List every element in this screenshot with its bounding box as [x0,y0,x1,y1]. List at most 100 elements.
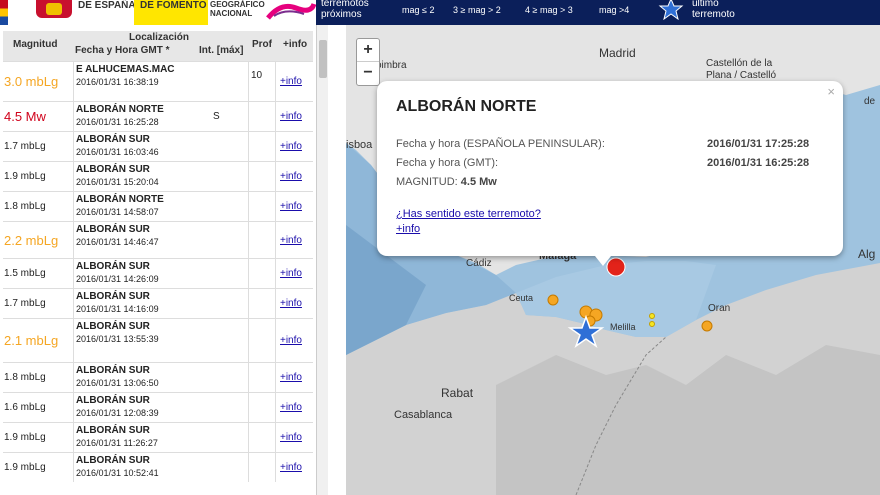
col-divider [73,423,74,452]
list-item[interactable]: 1.9 mbLg ALBORÁN SUR 2016/01/31 15:20:04 +i… [3,161,313,191]
label-oran: Oran [708,303,731,314]
col-depth[interactable]: Prof [252,39,272,50]
list-item[interactable]: 3.0 mbLg E ALHUCEMAS.MAC 2016/01/31 16:38:… [3,61,313,101]
row-datetime: 2016/01/31 16:38:19 [76,77,159,87]
row-info-link[interactable]: +info [280,76,302,87]
row-info-link[interactable]: +info [280,235,302,246]
col-divider [248,289,249,318]
row-magnitude: 2.1 mbLg [4,333,59,348]
list-item[interactable]: 1.7 mbLg ALBORÁN SUR 2016/01/31 14:16:09 +i… [3,288,313,318]
label-edge: de [864,96,876,107]
quake-marker[interactable] [547,294,559,306]
zoom-control: + − [356,38,380,86]
col-divider [275,62,276,101]
col-divider [248,453,249,482]
gmt-time-value: 2016/01/31 16:25:28 [707,157,810,169]
col-divider [275,162,276,191]
list-item[interactable]: 4.5 Mw ALBORÁN NORTE 2016/01/31 16:25:28 S +… [3,101,313,131]
row-intensity: S [213,111,220,122]
quake-marker[interactable] [649,321,655,327]
row-magnitude: 1.5 mbLg [4,268,46,279]
list-item[interactable]: 1.8 mbLg ALBORÁN NORTE 2016/01/31 14:58:07… [3,191,313,221]
row-info-link[interactable]: +info [280,372,302,383]
zoom-in-button[interactable]: + [357,39,379,62]
close-icon[interactable]: × [827,84,835,99]
list-item[interactable]: 1.8 mbLg ALBORÁN SUR 2016/01/31 13:06:50 +i… [3,362,313,392]
row-info-link[interactable]: +info [280,201,302,212]
list-item[interactable]: 2.2 mbLg ALBORÁN SUR 2016/01/31 14:46:47 +i… [3,221,313,258]
row-info-link[interactable]: +info [280,268,302,279]
row-magnitude: 1.9 mbLg [4,462,46,473]
local-time-value: 2016/01/31 17:25:28 [707,138,810,150]
col-divider [73,222,74,258]
filter-mag-3-4[interactable]: 4 ≥ mag > 3 [525,5,573,15]
row-magnitude: 1.9 mbLg [4,432,46,443]
row-location: ALBORÁN SUR [76,321,150,332]
label-coimbra: oimbra [376,60,407,71]
col-divider [248,222,249,258]
filter-mag-gt-4[interactable]: mag >4 [599,5,629,15]
row-datetime: 2016/01/31 16:25:28 [76,117,159,127]
col-divider [275,423,276,452]
row-info-link[interactable]: +info [280,171,302,182]
col-divider [248,162,249,191]
list-item[interactable]: 1.7 mbLg ALBORÁN SUR 2016/01/31 16:03:46 +i… [3,131,313,161]
zoom-out-button[interactable]: − [357,62,379,85]
scrollbar-thumb[interactable] [319,40,327,78]
col-divider [275,259,276,288]
list-item[interactable]: 2.1 mbLg ALBORÁN SUR 2016/01/31 13:55:39 +i… [3,318,313,362]
label-algiers: Alg [858,247,876,261]
col-magnitude[interactable]: Magnitud [13,39,57,50]
row-datetime: 2016/01/31 14:26:09 [76,274,159,284]
label-madrid: Madrid [599,46,636,60]
row-datetime: 2016/01/31 10:52:41 [76,468,159,478]
row-datetime: 2016/01/31 14:46:47 [76,237,159,247]
row-location: ALBORÁN SUR [76,164,150,175]
row-datetime: 2016/01/31 13:06:50 [76,378,159,388]
row-datetime: 2016/01/31 11:26:27 [76,438,158,448]
last-quake-link[interactable]: último terremoto [692,0,735,20]
col-intensity[interactable]: Int. [máx] [199,45,243,56]
col-divider [275,289,276,318]
list-item[interactable]: 1.9 mbLg ALBORÁN SUR 2016/01/31 11:26:27 +i… [3,422,313,452]
col-datetime[interactable]: Fecha y Hora GMT * [75,45,169,56]
row-depth: 10 [251,70,263,81]
list-item[interactable]: 1.5 mbLg ALBORÁN SUR 2016/01/31 14:26:09 +i… [3,258,313,288]
felt-report-link[interactable]: ¿Has sentido este terremoto? [396,208,541,220]
quake-marker[interactable] [649,313,655,319]
quake-marker[interactable] [701,320,713,332]
list-scrollbar[interactable] [316,25,328,495]
row-magnitude: 1.7 mbLg [4,298,46,309]
popup-title: ALBORÁN NORTE [396,98,537,115]
row-info-link[interactable]: +info [280,141,302,152]
popup-info-link[interactable]: +info [396,223,420,235]
star-icon [658,0,684,20]
row-info-link[interactable]: +info [280,462,302,473]
row-info-link[interactable]: +info [280,298,302,309]
col-divider [73,259,74,288]
row-info-link[interactable]: +info [280,432,302,443]
col-divider [248,423,249,452]
col-divider [73,162,74,191]
filter-mag-le-2[interactable]: mag ≤ 2 [402,5,434,15]
row-location: ALBORÁN SUR [76,224,150,235]
filter-mag-2-3[interactable]: 3 ≥ mag > 2 [453,5,501,15]
gobierno-label: DE ESPAÑA [78,0,136,11]
row-magnitude: 1.8 mbLg [4,372,46,383]
row-info-link[interactable]: +info [280,111,302,122]
nearby-quakes-link[interactable]: terremotos próximos [321,0,369,20]
label-cadiz: Cádiz [466,258,492,269]
row-datetime: 2016/01/31 13:55:39 [76,334,159,344]
row-datetime: 2016/01/31 14:16:09 [76,304,159,314]
col-info: +info [283,39,308,50]
row-info-link[interactable]: +info [280,335,302,346]
row-info-link[interactable]: +info [280,402,302,413]
col-location[interactable]: Localización [129,32,189,43]
label-melilla: Melilla [610,322,636,332]
col-divider [248,319,249,362]
list-item[interactable]: 1.6 mbLg ALBORÁN SUR 2016/01/31 12:08:39 +i… [3,392,313,422]
col-divider [248,192,249,221]
col-divider [248,363,249,392]
list-item[interactable]: 1.9 mbLg ALBORÁN SUR 2016/01/31 10:52:41 +i… [3,452,313,482]
row-location: ALBORÁN SUR [76,425,150,436]
